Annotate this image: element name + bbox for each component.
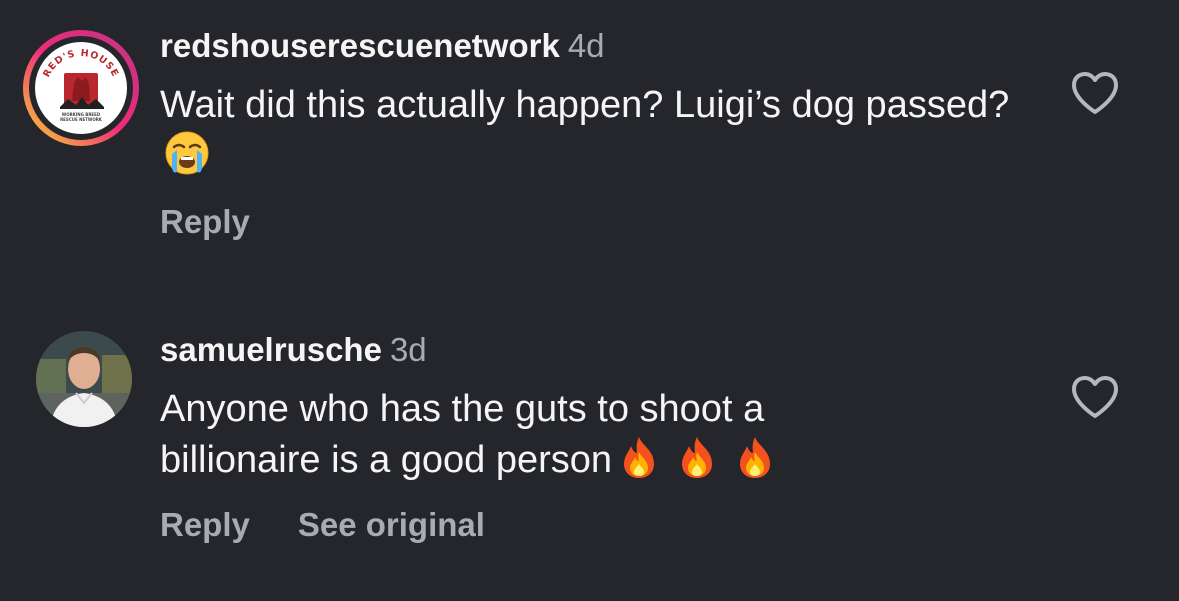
comment-actions: Reply See original [160, 505, 485, 545]
comment-text: Wait did this actually happen? Luigi’s d… [160, 84, 1010, 126]
heart-icon[interactable] [1070, 70, 1120, 116]
loudly-crying-face-emoji [164, 130, 210, 189]
comment-body: Anyone who has the guts to shoot a billi… [160, 384, 880, 493]
story-ring: RED'S HOUSE WORKING BREED RESCUE NETWORK [23, 30, 139, 146]
see-original-button[interactable]: See original [298, 506, 485, 543]
fire-emoji [616, 434, 662, 493]
fire-emoji [674, 434, 720, 493]
comment-timestamp: 3d [389, 331, 427, 368]
reply-button[interactable]: Reply [160, 506, 250, 543]
heart-icon[interactable] [1070, 374, 1120, 420]
reply-button[interactable]: Reply [160, 203, 250, 240]
username-link[interactable]: redshouserescuenetwork [160, 27, 560, 64]
comment-timestamp: 4d [567, 27, 605, 64]
svg-text:RESCUE NETWORK: RESCUE NETWORK [60, 117, 103, 122]
comments-list: RED'S HOUSE WORKING BREED RESCUE NETWORK… [0, 0, 1179, 601]
comment-header: samuelrusche 3d [160, 330, 427, 370]
profile-photo [36, 331, 132, 427]
comment-body: Wait did this actually happen? Luigi’s d… [160, 80, 1040, 189]
comment-actions: Reply [160, 202, 250, 242]
username-link[interactable]: samuelrusche [160, 331, 382, 368]
avatar[interactable]: RED'S HOUSE WORKING BREED RESCUE NETWORK [22, 29, 140, 147]
fire-emoji [732, 434, 778, 493]
comment-header: redshouserescuenetwork 4d [160, 26, 605, 66]
avatar[interactable] [36, 331, 132, 427]
